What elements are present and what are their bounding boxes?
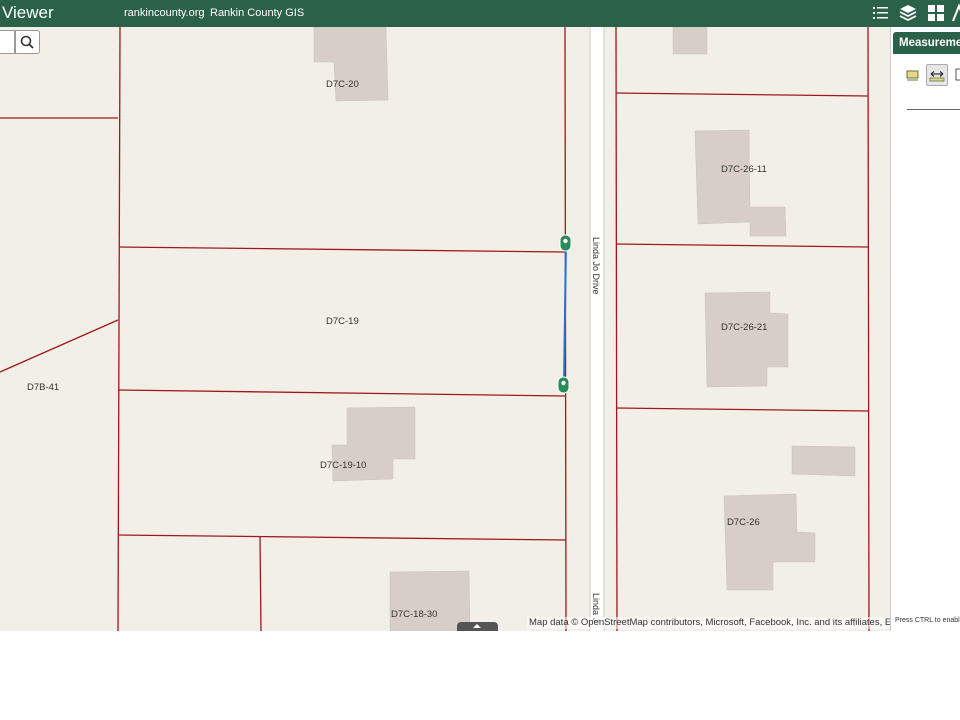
distance-tool-button[interactable] <box>926 64 948 86</box>
parcel-label: D7C-20 <box>326 79 359 90</box>
chevron-up-icon <box>473 624 481 628</box>
search-button[interactable] <box>15 30 40 54</box>
snapping-hint: Press CTRL to enable snapping <box>895 617 960 624</box>
legend-list-icon[interactable] <box>870 3 892 23</box>
parcel-label: D7C-18-30 <box>391 609 438 620</box>
search-icon <box>20 35 34 49</box>
basemap-gallery-icon[interactable] <box>925 3 947 23</box>
measure-marker-start <box>559 234 572 252</box>
parcel-label: D7C-19-10 <box>320 460 367 471</box>
measurement-icon[interactable] <box>950 3 960 23</box>
search-input[interactable] <box>0 30 15 54</box>
road-label: Linda Jo Drive <box>591 237 601 295</box>
building-top-right <box>672 27 708 55</box>
distance-tool-icon <box>929 71 945 82</box>
parcel-label: D7C-26-21 <box>721 322 768 333</box>
page-footer <box>0 631 960 720</box>
app-header: Viewer rankincounty.org Rankin County GI… <box>0 0 960 27</box>
parcel-label: D7C-26-11 <box>721 164 767 175</box>
parcel-label: D7C-19 <box>326 316 359 327</box>
measurement-panel: Measurement Press CTRL to enable snappin… <box>890 27 960 631</box>
building-d7c-26-shed <box>791 445 856 477</box>
rankincounty-link[interactable]: rankincounty.org <box>124 7 205 20</box>
expand-panel-button[interactable] <box>457 622 498 631</box>
panel-title: Measurement <box>899 37 960 49</box>
map-view[interactable]: D7C-20 D7C-19 D7B-41 D7C-19-10 D7C-18-30… <box>0 27 890 631</box>
location-tool-button[interactable] <box>953 64 960 84</box>
road-linda-jo-drive <box>590 27 604 631</box>
panel-header: Measurement <box>893 32 960 54</box>
rankin-county-gis-link[interactable]: Rankin County GIS <box>210 7 304 20</box>
panel-divider <box>907 109 960 110</box>
location-tool-icon <box>955 68 960 81</box>
area-tool-button[interactable] <box>903 64 923 84</box>
parcel-label: D7C-26 <box>727 517 760 528</box>
map-attribution: Map data © OpenStreetMap contributors, M… <box>527 617 890 629</box>
parcel-label: D7B-41 <box>27 382 60 393</box>
area-tool-icon <box>906 70 919 81</box>
measure-marker-end <box>557 376 570 394</box>
layers-icon[interactable] <box>897 3 919 23</box>
app-title: Viewer <box>2 3 54 22</box>
